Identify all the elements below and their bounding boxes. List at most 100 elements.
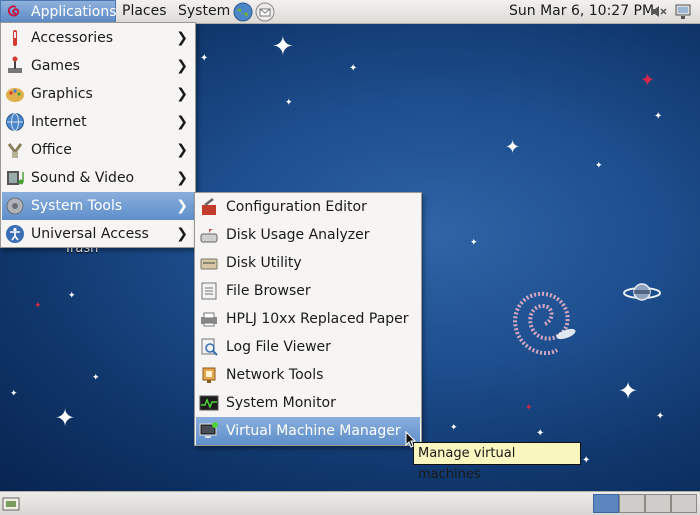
chevron-right-icon: ❯: [176, 114, 188, 130]
star-decoration: ✦: [536, 428, 545, 439]
disk-usage-icon: [200, 229, 218, 243]
accessories-icon: [13, 30, 17, 46]
mouse-cursor-icon: [405, 431, 417, 448]
mail-launcher-icon[interactable]: [255, 2, 275, 22]
star-decoration: ✦: [272, 32, 294, 62]
star-decoration: ✦: [505, 137, 521, 158]
star-decoration: ✦: [656, 411, 665, 422]
star-decoration: ✦: [450, 423, 458, 433]
star-decoration: ✦: [55, 404, 76, 432]
star-decoration: ✦: [92, 373, 100, 383]
clock[interactable]: Sun Mar 6, 10:27 PM: [505, 0, 658, 23]
log-viewer-icon: [201, 338, 218, 356]
star-decoration: ✦: [285, 98, 293, 108]
office-icon: [7, 143, 23, 158]
star-decoration: ✦: [618, 377, 639, 405]
star-decoration: ✦: [582, 455, 591, 466]
menu-item-label: Accessories: [31, 30, 114, 46]
planet-icon: [623, 283, 661, 301]
printer-icon: [201, 312, 217, 327]
menu-item-disk-usage-analyzer[interactable]: Disk Usage Analyzer: [196, 221, 420, 249]
star-decoration: ✦: [470, 238, 478, 248]
virtual-machine-icon: [199, 422, 218, 438]
chevron-right-icon: ❯: [176, 58, 188, 74]
workspace-switcher[interactable]: [593, 494, 699, 513]
workspace-1[interactable]: [593, 494, 619, 513]
debian-swirl-icon: [513, 291, 570, 356]
menu-item-label: Universal Access: [31, 226, 149, 242]
chevron-right-icon: ❯: [176, 86, 188, 102]
menu-item-network-tools[interactable]: Network Tools: [196, 361, 420, 389]
menu-item-sound-video[interactable]: Sound & Video ❯: [2, 164, 194, 192]
menu-item-system-monitor[interactable]: System Monitor: [196, 389, 420, 417]
star-decoration: ✦: [525, 403, 533, 413]
menu-item-label: System Tools: [31, 198, 123, 214]
star-decoration: ✦: [200, 53, 209, 64]
menu-item-label: Internet: [31, 114, 87, 130]
chevron-right-icon: ❯: [176, 226, 188, 242]
applications-label: Applications: [31, 4, 117, 20]
tooltip: Manage virtual machines: [413, 442, 581, 482]
chevron-right-icon: ❯: [176, 198, 188, 214]
menu-item-games[interactable]: Games ❯: [2, 52, 194, 80]
show-desktop-icon[interactable]: [2, 495, 20, 512]
menu-item-configuration-editor[interactable]: Configuration Editor: [196, 193, 420, 221]
configuration-editor-icon: [202, 198, 216, 215]
star-decoration: ✦: [10, 389, 18, 399]
workspace-3[interactable]: [645, 494, 671, 513]
system-menu[interactable]: System: [174, 0, 234, 23]
file-browser-icon: [201, 282, 217, 300]
menu-item-label: Graphics: [31, 86, 93, 102]
games-icon: [8, 56, 22, 73]
applications-dropdown-menu: Accessories ❯ Games ❯ Graphics ❯ Interne…: [0, 22, 196, 248]
menu-item-label: System Monitor: [226, 395, 336, 411]
menu-item-office[interactable]: Office ❯: [2, 136, 194, 164]
star-decoration: ✦: [595, 161, 603, 171]
menu-item-internet[interactable]: Internet ❯: [2, 108, 194, 136]
network-tools-icon: [202, 367, 216, 383]
menu-item-label: Games: [31, 58, 80, 74]
chevron-right-icon: ❯: [176, 142, 188, 158]
system-tools-submenu: Configuration Editor Disk Usage Analyzer…: [194, 192, 422, 446]
top-panel: Applications Places System Sun Mar 6, 10…: [0, 0, 700, 24]
menu-item-label: Sound & Video: [31, 170, 135, 186]
star-decoration: ✦: [34, 301, 42, 311]
menu-item-label: Disk Utility: [226, 255, 302, 271]
sound-video-icon: [7, 171, 24, 185]
menu-item-graphics[interactable]: Graphics ❯: [2, 80, 194, 108]
star-decoration: ✦: [349, 63, 358, 74]
menu-item-label: Disk Usage Analyzer: [226, 227, 370, 243]
web-browser-launcher-icon[interactable]: [233, 2, 253, 22]
chevron-right-icon: ❯: [176, 170, 188, 186]
network-icon[interactable]: [674, 3, 694, 21]
workspace-4[interactable]: [671, 494, 697, 513]
menu-item-accessories[interactable]: Accessories ❯: [2, 24, 194, 52]
star-decoration: ✦: [654, 111, 663, 122]
menu-item-system-tools[interactable]: System Tools ❯: [2, 192, 194, 220]
debian-logo-icon: [7, 5, 20, 17]
menu-item-hplj-replaced-paper[interactable]: HPLJ 10xx Replaced Paper: [196, 305, 420, 333]
menu-item-universal-access[interactable]: Universal Access ❯: [2, 220, 194, 248]
menu-item-disk-utility[interactable]: Disk Utility: [196, 249, 420, 277]
menu-item-label: Virtual Machine Manager: [226, 423, 401, 439]
chevron-right-icon: ❯: [176, 30, 188, 46]
menu-item-virtual-machine-manager[interactable]: Virtual Machine Manager: [196, 417, 420, 445]
workspace-2[interactable]: [619, 494, 645, 513]
menu-item-file-browser[interactable]: File Browser: [196, 277, 420, 305]
applications-menu[interactable]: Applications: [0, 0, 117, 23]
menu-item-label: Office: [31, 142, 72, 158]
star-decoration: ✦: [68, 291, 76, 301]
universal-access-icon: [6, 225, 24, 243]
bottom-panel: [0, 491, 700, 515]
menu-item-log-file-viewer[interactable]: Log File Viewer: [196, 333, 420, 361]
graphics-icon: [6, 88, 24, 102]
volume-icon[interactable]: [650, 4, 668, 19]
places-menu[interactable]: Places: [118, 0, 171, 23]
menu-item-label: Configuration Editor: [226, 199, 367, 215]
menu-item-label: Log File Viewer: [226, 339, 331, 355]
system-tools-icon: [6, 197, 24, 215]
star-decoration: ✦: [640, 70, 656, 91]
rocket-icon: [556, 328, 576, 340]
menu-item-label: HPLJ 10xx Replaced Paper: [226, 311, 409, 327]
menu-item-label: File Browser: [226, 283, 311, 299]
